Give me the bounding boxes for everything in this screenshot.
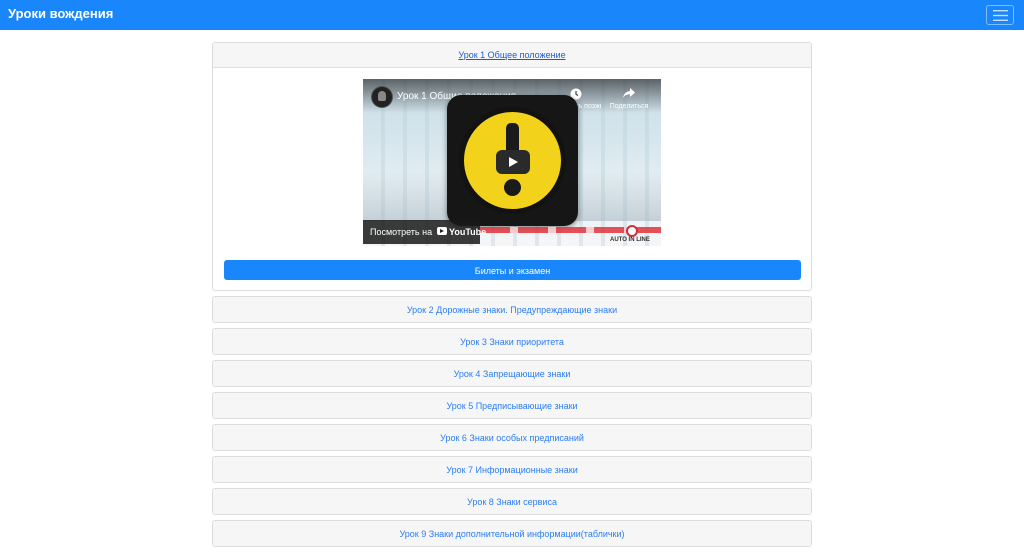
lesson-header-4[interactable]: Урок 4 Запрещающие знаки (213, 361, 811, 386)
lesson-card-3: Урок 3 Знаки приоритета (212, 328, 812, 355)
exclamation-dot (504, 179, 521, 196)
lessons-accordion: Урок 1 Общее положение Урок 1 Общие поло… (212, 42, 812, 552)
play-button[interactable] (496, 150, 530, 174)
share-button[interactable]: Поделиться (604, 86, 654, 112)
hamburger-icon (993, 10, 1008, 21)
lesson-card-6: Урок 6 Знаки особых предписаний (212, 424, 812, 451)
brand-emblem-icon (626, 225, 638, 237)
lesson-title-9[interactable]: Урок 9 Знаки дополнительной информации(т… (399, 529, 624, 539)
navbar-toggler-button[interactable] (986, 5, 1014, 25)
lesson-card-1: Урок 1 Общее положение Урок 1 Общие поло… (212, 42, 812, 291)
share-icon (623, 88, 635, 98)
lesson-title-4[interactable]: Урок 4 Запрещающие знаки (454, 369, 571, 379)
brand-logo: AUTO IN LINE (610, 237, 650, 243)
navbar-brand[interactable]: Уроки вождения (8, 6, 113, 21)
lesson-card-2: Урок 2 Дорожные знаки. Предупреждающие з… (212, 296, 812, 323)
lesson-card-8: Урок 8 Знаки сервиса (212, 488, 812, 515)
lesson-header-1[interactable]: Урок 1 Общее положение (213, 43, 811, 68)
lesson-title-3[interactable]: Урок 3 Знаки приоритета (460, 337, 564, 347)
lesson-header-3[interactable]: Урок 3 Знаки приоритета (213, 329, 811, 354)
navbar: Уроки вождения (0, 0, 1024, 30)
tickets-and-exam-button[interactable]: Билеты и экзамен (224, 260, 801, 280)
lesson-card-4: Урок 4 Запрещающие знаки (212, 360, 812, 387)
lesson-title-7[interactable]: Урок 7 Информационные знаки (446, 465, 577, 475)
watch-on-youtube-button[interactable]: Посмотреть на YouTube (363, 220, 486, 244)
lesson-title-1[interactable]: Урок 1 Общее положение (458, 50, 565, 60)
lesson-header-9[interactable]: Урок 9 Знаки дополнительной информации(т… (213, 521, 811, 546)
lesson-header-6[interactable]: Урок 6 Знаки особых предписаний (213, 425, 811, 450)
lesson-header-5[interactable]: Урок 5 Предписывающие знаки (213, 393, 811, 418)
lesson-title-2[interactable]: Урок 2 Дорожные знаки. Предупреждающие з… (407, 305, 617, 315)
lesson-title-6[interactable]: Урок 6 Знаки особых предписаний (440, 433, 584, 443)
lesson-header-7[interactable]: Урок 7 Информационные знаки (213, 457, 811, 482)
lesson-card-9: Урок 9 Знаки дополнительной информации(т… (212, 520, 812, 547)
channel-avatar[interactable] (371, 86, 393, 108)
youtube-wordmark: YouTube (449, 227, 487, 237)
collapsed-lesson-list: Урок 2 Дорожные знаки. Предупреждающие з… (212, 296, 812, 547)
youtube-icon (437, 227, 447, 235)
video-player[interactable]: Урок 1 Общие положения Смотреть позже По… (363, 79, 661, 246)
lesson-body-1: Урок 1 Общие положения Смотреть позже По… (213, 68, 811, 290)
lesson-card-7: Урок 7 Информационные знаки (212, 456, 812, 483)
share-label: Поделиться (609, 103, 649, 110)
lesson-card-5: Урок 5 Предписывающие знаки (212, 392, 812, 419)
lesson-title-8[interactable]: Урок 8 Знаки сервиса (467, 497, 557, 507)
lesson-header-8[interactable]: Урок 8 Знаки сервиса (213, 489, 811, 514)
lesson-title-5[interactable]: Урок 5 Предписывающие знаки (446, 401, 577, 411)
lesson-header-2[interactable]: Урок 2 Дорожные знаки. Предупреждающие з… (213, 297, 811, 322)
watch-on-label: Посмотреть на (370, 227, 433, 237)
